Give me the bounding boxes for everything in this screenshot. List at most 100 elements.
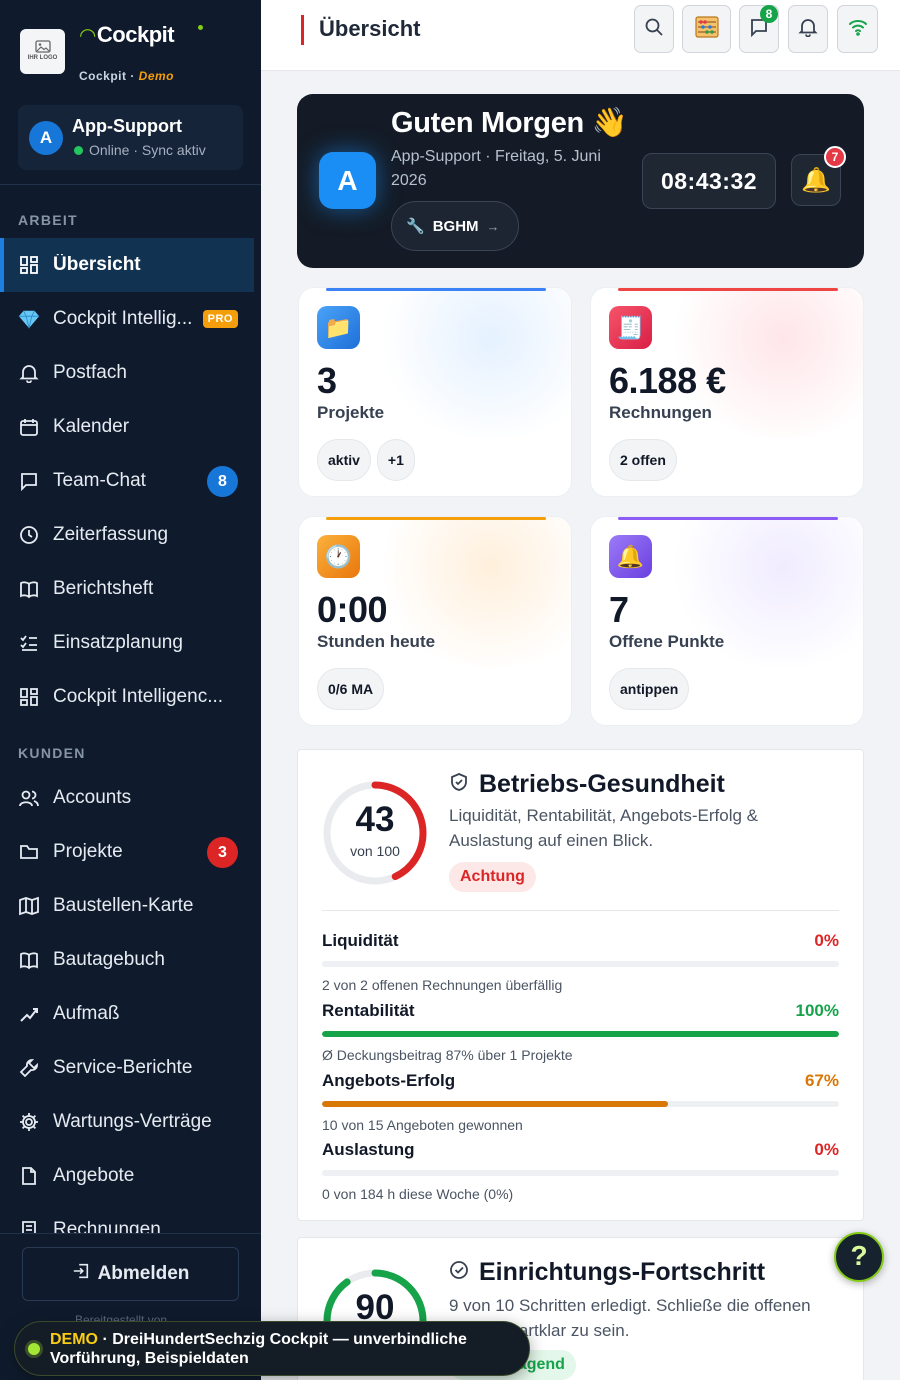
brand-name[interactable]: ◠Cockpit: [80, 22, 175, 48]
stat-label: Rechnungen: [609, 403, 712, 422]
avatar: A: [29, 121, 63, 155]
stat-card-open-items[interactable]: 🔔 7 Offene Punkte antippen: [590, 516, 864, 726]
users-icon: [18, 787, 40, 809]
card-accent-line: [326, 517, 546, 520]
gear-icon: [18, 1111, 40, 1133]
stat-pill-active[interactable]: aktiv: [317, 439, 371, 481]
sidebar-item-label: Zeiterfassung: [53, 524, 169, 545]
sidebar-item-measurement[interactable]: Aufmaß: [0, 987, 254, 1041]
sidebar-item-time-tracking[interactable]: Zeiterfassung: [0, 508, 254, 562]
sidebar-item-offers[interactable]: Angebote: [0, 1149, 254, 1203]
sidebar-item-construction-diary[interactable]: Bautagebuch: [0, 933, 254, 987]
notifications-bell-button[interactable]: 🔔 7: [791, 146, 846, 206]
sidebar-item-maintenance-contracts[interactable]: Wartungs-Verträge: [0, 1095, 254, 1149]
user-status: Online · Sync aktiv: [74, 142, 206, 158]
metric-note: 10 von 15 Angeboten gewonnen: [322, 1117, 523, 1133]
sidebar-item-label: Accounts: [53, 787, 132, 808]
sidebar-item-cockpit-intelligence-2[interactable]: Cockpit Intelligenc...: [0, 670, 254, 724]
messages-button[interactable]: 8: [739, 5, 779, 53]
stat-card-projects[interactable]: 📁 3 Projekte aktiv +1: [298, 287, 572, 497]
sidebar-item-label: Postfach: [53, 362, 127, 383]
metric-note: 0 von 184 h diese Woche (0%): [322, 1186, 514, 1202]
metric-utilization: Auslastung 0% 0 von 184 h diese Woche (0%…: [322, 1140, 839, 1202]
sidebar-item-site-map[interactable]: Baustellen-Karte: [0, 879, 254, 933]
wrench-icon: 🔧: [406, 218, 425, 235]
clock-icon: 🕐: [317, 535, 360, 578]
image-icon: [34, 40, 51, 53]
sidebar-item-label: Berichtsheft: [53, 578, 154, 599]
sidebar-item-overview[interactable]: Übersicht: [0, 238, 254, 292]
stat-card-invoices[interactable]: 🧾 6.188 € Rechnungen 2 offen: [590, 287, 864, 497]
stat-pill-more[interactable]: +1: [376, 439, 415, 481]
receipt-icon: 🧾: [609, 306, 652, 349]
stat-value: 0:00: [317, 589, 388, 630]
stat-pill-tap[interactable]: antippen: [609, 668, 690, 710]
logout-icon: [72, 1262, 90, 1286]
user-card[interactable]: A App-Support Online · Sync aktiv: [18, 105, 243, 170]
wifi-icon: [848, 18, 868, 41]
metric-liquidity: Liquidität 0% 2 von 2 offenen Rechnungen …: [322, 931, 839, 993]
stat-pill-open[interactable]: 2 offen: [609, 439, 677, 481]
stat-value: 6.188 €: [609, 360, 726, 401]
sidebar-item-label: Übersicht: [53, 254, 141, 275]
company-chip[interactable]: 🔧 BGHM →: [391, 201, 519, 251]
sidebar-item-cockpit-intelligence[interactable]: Cockpit Intellig... PRO: [0, 292, 254, 346]
divider: [0, 184, 261, 185]
sidebar: IHR LOGO ◠Cockpit Cockpit · Demo A App-S…: [0, 0, 261, 1380]
connection-status-button[interactable]: [837, 5, 878, 53]
calculator-button[interactable]: [682, 5, 731, 53]
sidebar-item-scheduling[interactable]: Einsatzplanung: [0, 616, 254, 670]
metric-name: Liquidität: [322, 931, 399, 950]
sidebar-item-team-chat[interactable]: Team-Chat 8: [0, 454, 254, 508]
sidebar-item-label: Kalender: [53, 416, 130, 437]
bell-icon: [798, 17, 818, 42]
sidebar-item-label: Cockpit Intellig...: [53, 308, 193, 329]
book-icon: [18, 949, 40, 971]
sidebar-item-label: Bautagebuch: [53, 949, 165, 970]
metric-name: Auslastung: [322, 1140, 415, 1159]
search-button[interactable]: [634, 5, 674, 53]
stat-label: Projekte: [317, 403, 385, 422]
sidebar-item-report-book[interactable]: Berichtsheft: [0, 562, 254, 616]
user-name: App-Support: [72, 116, 182, 136]
metric-percent: 67%: [804, 1071, 839, 1090]
status-badge: Achtung: [449, 862, 536, 892]
sidebar-item-inbox[interactable]: Postfach: [0, 346, 254, 400]
stat-card-hours[interactable]: 🕐 0:00 Stunden heute 0/6 MA: [298, 516, 572, 726]
metric-percent: 0%: [814, 931, 839, 950]
brand-subtitle: Cockpit · Demo: [79, 69, 175, 83]
progress-bar: [322, 1101, 669, 1107]
stat-label: Offene Punkte: [609, 632, 725, 651]
metric-percent: 0%: [814, 1140, 839, 1159]
logout-button[interactable]: Abmelden: [22, 1247, 239, 1301]
company-logo: IHR LOGO: [20, 29, 65, 74]
stat-value: 7: [609, 589, 629, 630]
sidebar-item-label: Einsatzplanung: [53, 632, 183, 653]
brand-dot: [198, 25, 203, 30]
arrow-right-icon: →: [486, 218, 500, 234]
live-dot: [28, 1342, 40, 1355]
progress-bar: [322, 1031, 839, 1037]
progress-track: [322, 1170, 839, 1176]
sidebar-item-accounts[interactable]: Accounts: [0, 771, 254, 825]
card-accent-line: [618, 517, 838, 520]
sidebar-item-service-reports[interactable]: Service-Berichte: [0, 1041, 254, 1095]
map-icon: [18, 895, 40, 917]
section-title: Einrichtungs-Fortschritt: [449, 1258, 765, 1287]
gauge-icon: ◠: [80, 25, 95, 47]
metric-note: Ø Deckungsbeitrag 87% über 1 Projekte: [322, 1047, 573, 1063]
abacus-icon: [694, 15, 719, 43]
notifications-button[interactable]: [788, 5, 828, 53]
sidebar-item-projects[interactable]: Projekte 3: [0, 825, 254, 879]
stat-pill-staff[interactable]: 0/6 MA: [317, 668, 385, 710]
online-dot: [74, 146, 83, 155]
help-button[interactable]: ?: [834, 1232, 884, 1282]
sidebar-item-label: Wartungs-Verträge: [53, 1111, 212, 1132]
check-circle-icon: [449, 1258, 469, 1287]
business-health-card: 43 von 100 Betriebs-Gesundheit Liquiditä…: [297, 749, 864, 1221]
clock: 08:43:32: [642, 153, 776, 209]
demo-text: DEMO · DreiHundertSechzig Cockpit — unve…: [50, 1330, 467, 1367]
sidebar-item-calendar[interactable]: Kalender: [0, 400, 254, 454]
progress-track: [322, 1101, 839, 1107]
section-title-work: ARBEIT: [18, 212, 78, 228]
